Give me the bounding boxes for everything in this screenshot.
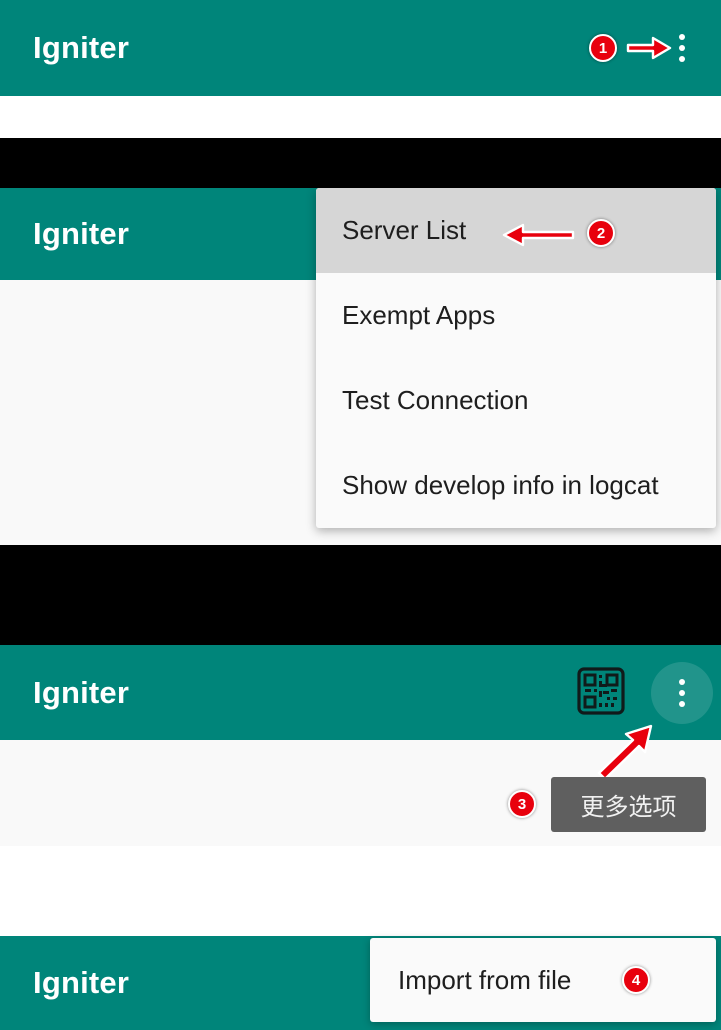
app-title-4: Igniter [33, 965, 130, 1000]
menu-item-test-connection[interactable]: Test Connection [316, 358, 716, 443]
separator-black-1 [0, 138, 721, 188]
menu-item-label: Server List [342, 215, 467, 245]
tooltip-label: 更多选项 [580, 794, 677, 821]
menu-item-exempt-apps[interactable]: Exempt Apps [316, 273, 716, 358]
import-from-file-menu[interactable]: Import from file [370, 938, 716, 1022]
app-title-1: Igniter [33, 30, 130, 65]
menu-item-label: Show develop info in logcat [342, 470, 659, 500]
step-badge-1: 1 [589, 34, 617, 62]
gap-white-2 [0, 846, 721, 936]
menu-item-label: Exempt Apps [342, 300, 496, 330]
pointer-arrow-left-2 [502, 223, 575, 247]
qr-code-icon[interactable] [577, 667, 625, 715]
kebab-menu-icon-3[interactable] [679, 679, 685, 707]
menu-item-show-develop-info[interactable]: Show develop info in logcat [316, 443, 716, 528]
step-badge-2: 2 [587, 219, 615, 247]
gap-white-1 [0, 96, 721, 138]
kebab-menu-icon-1[interactable] [679, 34, 685, 62]
step-badge-4: 4 [622, 966, 650, 994]
pointer-arrow-diagonal-3 [597, 724, 653, 781]
screenshot-root: Igniter 1 Igniter Server List Exempt App… [0, 0, 721, 1030]
step-badge-3: 3 [508, 790, 536, 818]
menu-item-label: Test Connection [342, 385, 529, 415]
separator-black-2 [0, 545, 721, 645]
pointer-arrow-right-1 [626, 36, 672, 60]
more-options-tooltip: 更多选项 [551, 777, 706, 832]
app-title-2: Igniter [33, 216, 130, 251]
app-title-3: Igniter [33, 674, 130, 710]
import-from-file-label: Import from file [398, 964, 572, 995]
